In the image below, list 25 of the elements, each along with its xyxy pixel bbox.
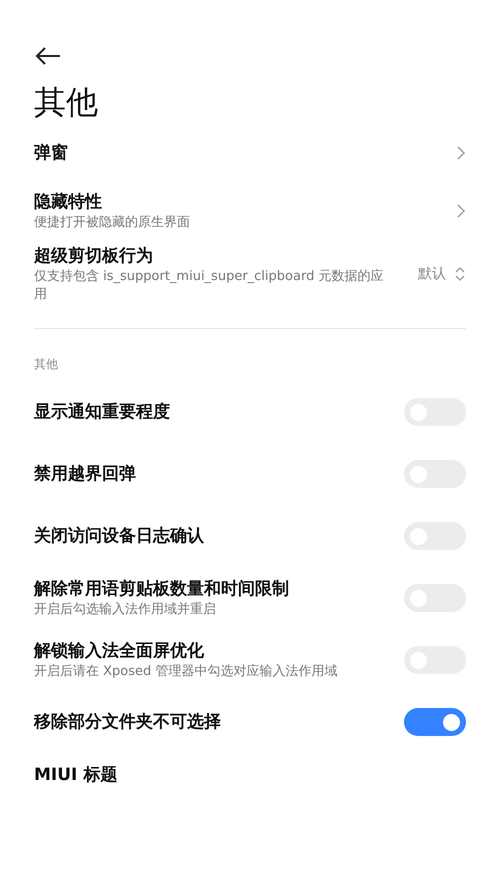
setting-label: 解除常用语剪贴板数量和时间限制 (34, 578, 289, 601)
setting-label: 显示通知重要程度 (34, 401, 170, 424)
page-title: 其他 (34, 82, 99, 123)
setting-label[interactable]: MIUI 标题 (34, 763, 466, 787)
settings-row[interactable]: 隐藏特性 便捷打开被隐藏的原生界面 (34, 182, 466, 240)
setting-label: 隐藏特性 (34, 191, 103, 214)
section-header: 其他 (34, 356, 59, 373)
setting-description: 仅支持包含 is_support_miui_super_clipboard 元数据的应用 (34, 268, 384, 304)
setting-description: 便捷打开被隐藏的原生界面 (34, 214, 190, 232)
setting-label: 关闭访问设备日志确认 (34, 525, 204, 548)
chevron-right-icon (456, 203, 466, 219)
chevron-right-icon (456, 145, 466, 161)
setting-value: 默认 (418, 264, 446, 284)
setting-description: 开启后勾选输入法作用域并重启 (34, 601, 217, 619)
setting-label: 移除部分文件夹不可选择 (34, 711, 221, 734)
back-arrow-icon[interactable] (34, 46, 62, 66)
setting-label: 禁用越界回弹 (34, 463, 136, 486)
up-down-icon (454, 265, 466, 283)
toggle-switch[interactable] (404, 708, 466, 736)
setting-label: 弹窗 (34, 142, 68, 165)
setting-label: 解锁输入法全面屏优化 (34, 640, 205, 663)
settings-row[interactable]: 弹窗 (34, 124, 466, 182)
setting-description: 开启后请在 Xposed 管理器中勾选对应输入法作用域 (34, 663, 338, 681)
settings-row[interactable]: 超级剪切板行为 仅支持包含 is_support_miui_super_clipboard 元数据的应用 默认 (34, 240, 466, 308)
setting-label: 超级剪切板行为 (34, 245, 154, 268)
